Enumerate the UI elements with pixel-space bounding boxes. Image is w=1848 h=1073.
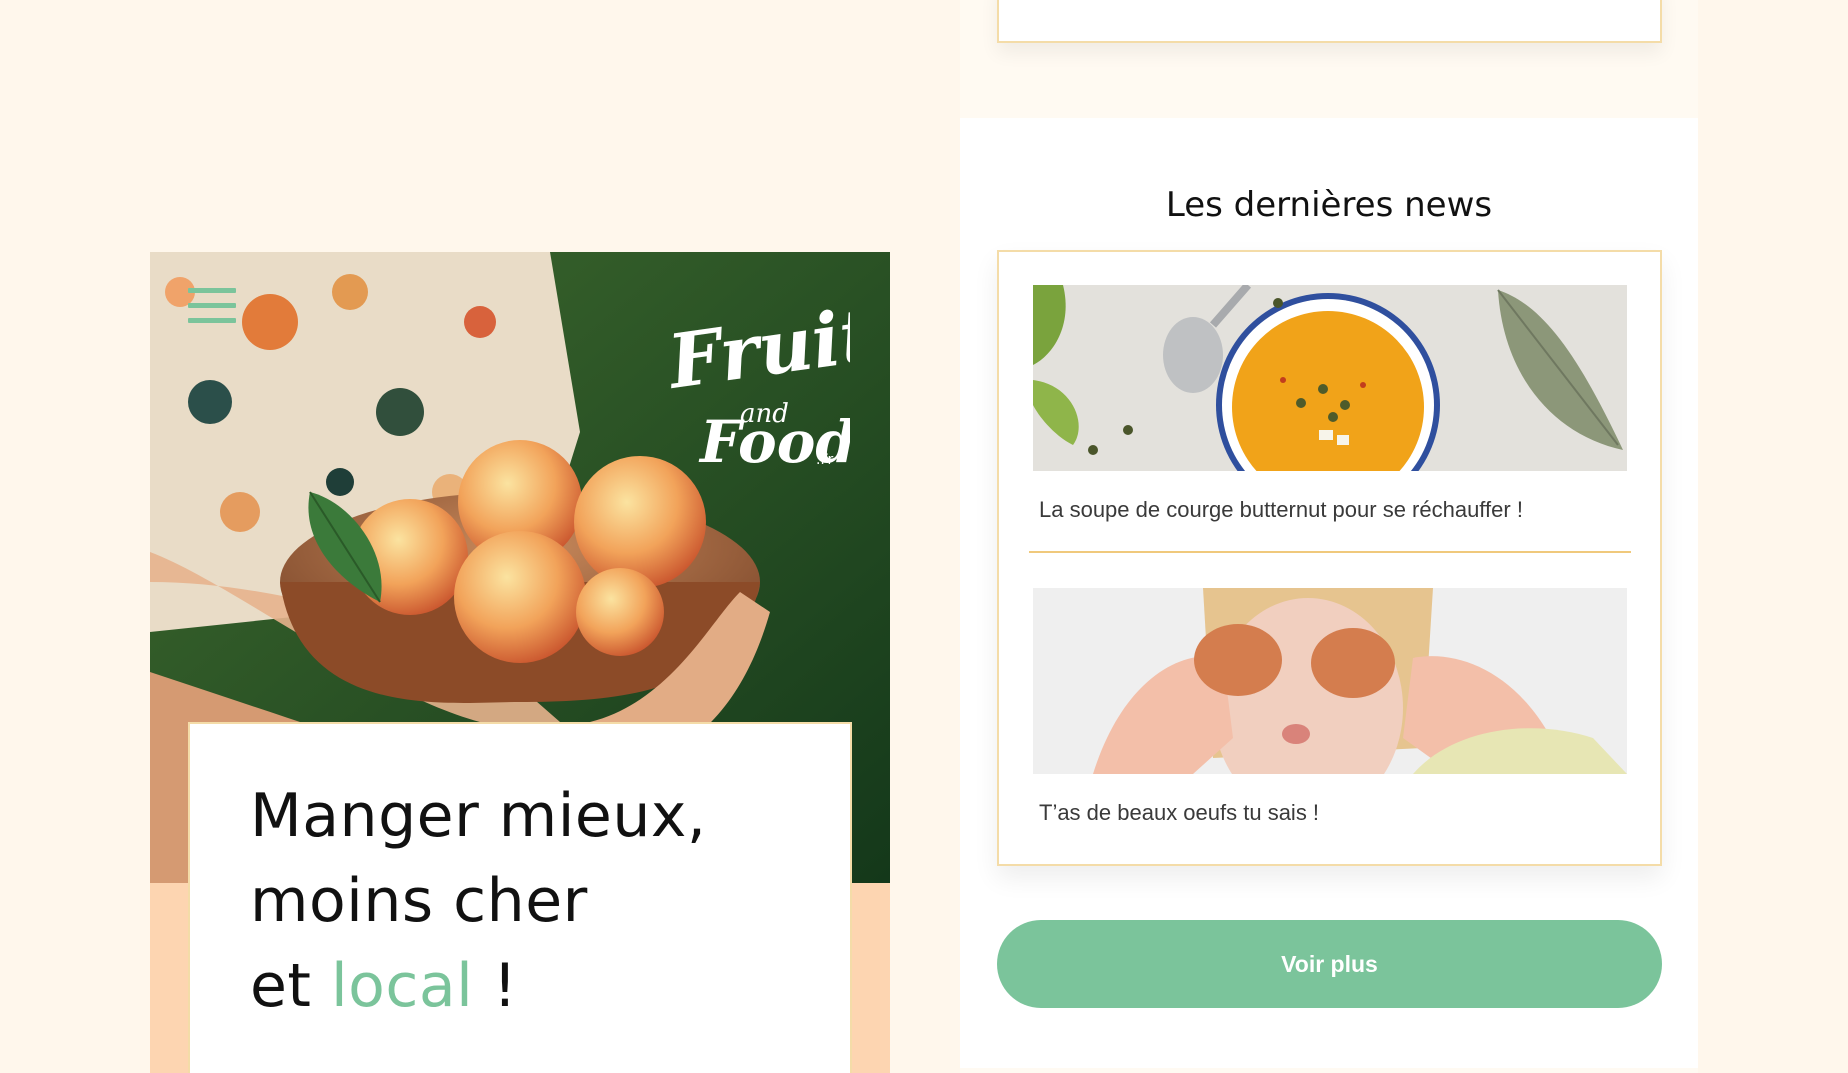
menu-bar: [188, 303, 236, 308]
headline-accent-word: local: [331, 951, 474, 1021]
menu-bar: [188, 318, 236, 323]
headline-line-3-suffix: !: [473, 951, 518, 1021]
news-item-caption: La soupe de courge butternut pour se réc…: [1039, 497, 1523, 522]
news-item[interactable]: T’as de beaux oeufs tu sais !: [1033, 588, 1627, 848]
hamburger-menu-icon[interactable]: [188, 288, 236, 326]
svg-text:.Fr: .Fr: [816, 452, 833, 468]
news-screen: Les dernières news La soupe de courge bu…: [960, 0, 1698, 1073]
home-screen: Fruit and Food .Fr Manger mieux, moins c…: [150, 252, 890, 1073]
news-section: Les dernières news La soupe de courge bu…: [960, 118, 1698, 1068]
svg-text:Fruit: Fruit: [661, 292, 850, 406]
see-more-button[interactable]: Voir plus: [997, 920, 1662, 1008]
previous-card: [997, 0, 1662, 43]
menu-bar: [188, 288, 236, 293]
butternut-soup-photo: [1033, 285, 1627, 471]
headline-card: Manger mieux, moins cher et local !: [188, 722, 852, 1073]
hero-headline: Manger mieux, moins cher et local !: [250, 774, 850, 1029]
news-item[interactable]: La soupe de courge butternut pour se réc…: [1033, 285, 1627, 555]
headline-line-2: moins cher: [250, 866, 588, 936]
news-section-title: Les dernières news: [1165, 185, 1493, 225]
news-item-caption: T’as de beaux oeufs tu sais !: [1039, 800, 1320, 825]
fruit-and-food-logo[interactable]: Fruit and Food .Fr: [650, 282, 850, 482]
child-eggs-eyes-photo: [1033, 588, 1627, 774]
headline-line-3-prefix: et: [250, 951, 332, 1021]
news-list-card: La soupe de courge butternut pour se réc…: [997, 250, 1662, 866]
news-divider: [1029, 551, 1631, 553]
headline-line-1: Manger mieux,: [250, 781, 707, 851]
